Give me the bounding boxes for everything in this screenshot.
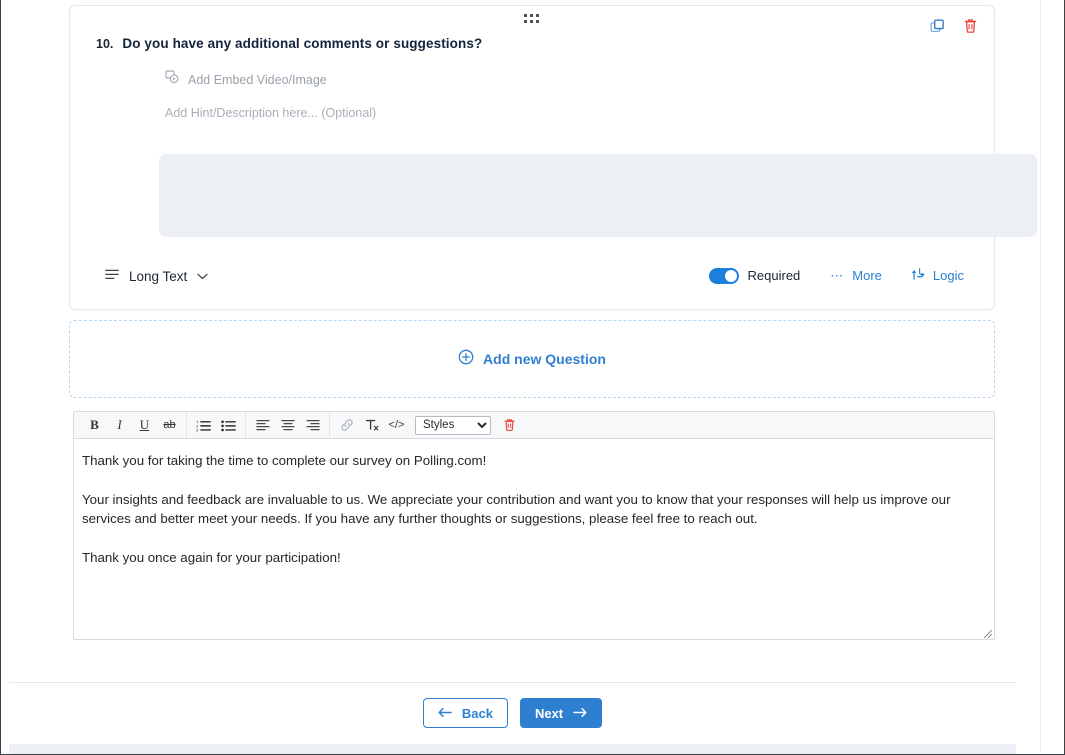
more-button-label: More bbox=[852, 268, 882, 283]
question-card-actions bbox=[930, 18, 978, 34]
chevron-down-icon bbox=[197, 267, 208, 285]
builder-canvas: 10. Do you have any additional comments … bbox=[5, 0, 1040, 754]
next-button[interactable]: Next bbox=[519, 698, 603, 728]
vertical-scrollbar[interactable] bbox=[1040, 0, 1063, 754]
thank-you-message-editor: B I U ab 1 2 3 </> Styles Thank you for … bbox=[73, 411, 995, 640]
strikethrough-button[interactable]: ab bbox=[159, 415, 180, 436]
toolbar-group-alignment bbox=[246, 412, 330, 438]
question-type-selector[interactable]: Long Text bbox=[105, 267, 208, 285]
add-new-question-label: Add new Question bbox=[483, 351, 606, 367]
italic-button[interactable]: I bbox=[109, 415, 130, 436]
required-toggle[interactable]: Required bbox=[708, 267, 801, 284]
link-icon[interactable] bbox=[336, 415, 357, 436]
editor-toolbar: B I U ab 1 2 3 </> Styles bbox=[74, 412, 994, 439]
numbered-list-icon[interactable]: 1 2 3 bbox=[193, 415, 214, 436]
align-left-icon[interactable] bbox=[252, 415, 273, 436]
arrow-left-icon bbox=[438, 706, 452, 721]
bold-button[interactable]: B bbox=[84, 415, 105, 436]
trash-icon[interactable] bbox=[499, 415, 520, 436]
question-card-footer: Long Text Required ⋯ More Logic bbox=[70, 267, 994, 291]
hint-description-input[interactable]: Add Hint/Description here... (Optional) bbox=[165, 106, 376, 120]
underline-button[interactable]: U bbox=[134, 415, 155, 436]
question-footer-actions: Required ⋯ More Logic bbox=[708, 267, 964, 284]
question-title[interactable]: Do you have any additional comments or s… bbox=[122, 36, 482, 51]
align-right-icon[interactable] bbox=[302, 415, 323, 436]
toolbar-group-lists: 1 2 3 bbox=[187, 412, 246, 438]
next-button-label: Next bbox=[534, 705, 564, 721]
plus-circle-icon bbox=[458, 349, 474, 370]
question-number: 10. bbox=[96, 37, 114, 51]
long-text-answer-preview[interactable] bbox=[159, 154, 1037, 237]
toolbar-group-text-format: B I U ab bbox=[78, 412, 187, 438]
footer-navigation: Back Next bbox=[9, 683, 1016, 743]
arrow-right-icon bbox=[573, 706, 587, 721]
toolbar-group-insert: </> Styles bbox=[330, 412, 526, 438]
logic-button[interactable]: Logic bbox=[912, 267, 964, 284]
editor-paragraph: Thank you once again for your participat… bbox=[82, 549, 341, 565]
editor-paragraph: Your insights and feedback are invaluabl… bbox=[82, 491, 951, 527]
more-dots-icon: ⋯ bbox=[830, 267, 845, 283]
drag-handle-icon[interactable] bbox=[524, 14, 540, 26]
question-type-icon bbox=[105, 267, 119, 285]
add-embed-media-button[interactable]: Add Embed Video/Image bbox=[165, 70, 327, 89]
svg-text:3: 3 bbox=[196, 427, 198, 432]
question-heading: 10. Do you have any additional comments … bbox=[96, 36, 482, 51]
add-embed-media-label: Add Embed Video/Image bbox=[188, 72, 327, 87]
back-button-label: Back bbox=[461, 705, 493, 721]
required-toggle-switch[interactable] bbox=[708, 267, 739, 284]
align-center-icon[interactable] bbox=[277, 415, 298, 436]
trash-icon[interactable] bbox=[963, 18, 978, 34]
source-code-button[interactable]: </> bbox=[386, 415, 407, 436]
styles-select[interactable]: Styles bbox=[415, 415, 491, 435]
logic-branch-icon bbox=[912, 267, 925, 284]
remove-format-icon[interactable] bbox=[361, 415, 382, 436]
question-card: 10. Do you have any additional comments … bbox=[69, 5, 1037, 310]
add-new-question-button[interactable]: Add new Question bbox=[69, 320, 995, 398]
bulleted-list-icon[interactable] bbox=[218, 415, 239, 436]
more-button[interactable]: ⋯ More bbox=[830, 268, 882, 284]
logic-button-label: Logic bbox=[932, 268, 964, 283]
survey-builder-page: 10. Do you have any additional comments … bbox=[0, 0, 1065, 755]
editor-paragraph: Thank you for taking the time to complet… bbox=[82, 453, 487, 468]
question-type-label: Long Text bbox=[129, 268, 188, 284]
bottom-strip bbox=[9, 744, 1016, 754]
back-button[interactable]: Back bbox=[422, 698, 508, 728]
editor-content-area[interactable]: Thank you for taking the time to complet… bbox=[74, 439, 994, 640]
required-toggle-label: Required bbox=[747, 268, 801, 283]
embed-media-icon bbox=[165, 70, 179, 89]
editor-resize-handle[interactable] bbox=[979, 625, 993, 639]
copy-icon[interactable] bbox=[930, 18, 945, 34]
